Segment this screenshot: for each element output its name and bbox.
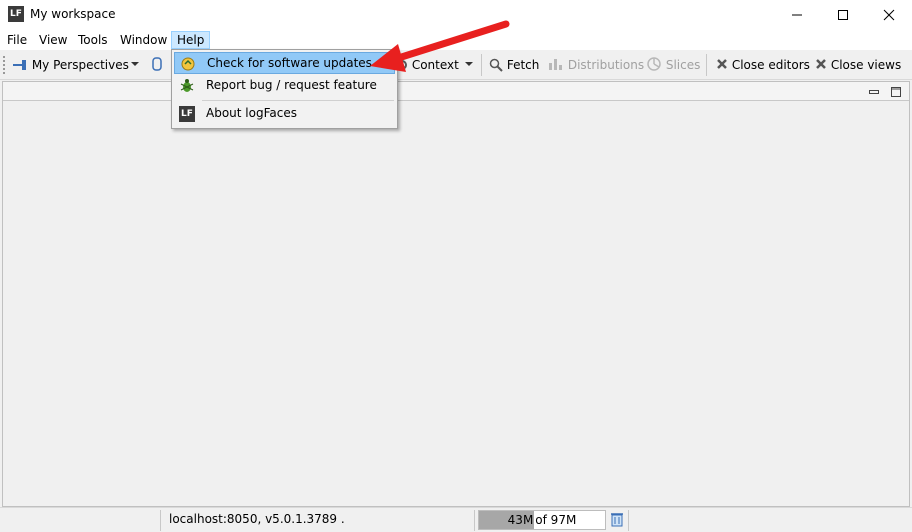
- menu-window[interactable]: Window: [118, 31, 169, 49]
- logfaces-logo-icon: LF: [8, 6, 24, 22]
- menu-item-about[interactable]: LF About logFaces: [174, 103, 395, 125]
- menu-item-label: About logFaces: [206, 106, 297, 120]
- close-editors-label: Close editors: [731, 58, 810, 72]
- perspective-pin-icon: [13, 60, 26, 70]
- status-bar: localhost:8050, v5.0.1.3789 . 43M of 97M: [0, 507, 912, 532]
- editor-header: [3, 82, 909, 101]
- database-button[interactable]: [152, 56, 162, 74]
- close-icon: [883, 9, 895, 21]
- status-separator: [160, 510, 161, 531]
- distributions-button[interactable]: Distributions: [548, 56, 644, 74]
- maximize-button[interactable]: [820, 0, 866, 30]
- memory-used: 43M: [507, 513, 534, 527]
- memory-text: 43M of 97M: [479, 511, 605, 529]
- update-icon: [181, 57, 195, 71]
- bug-icon: [180, 79, 194, 92]
- close-views-button[interactable]: Close views: [815, 56, 901, 74]
- status-separator: [474, 510, 475, 531]
- chevron-down-icon: [131, 62, 139, 66]
- maximize-icon: [838, 10, 848, 20]
- perspectives-dropdown[interactable]: [130, 56, 140, 74]
- menu-view[interactable]: View: [37, 31, 69, 49]
- perspectives-label: My Perspectives: [31, 58, 129, 72]
- pie-chart-icon: [647, 57, 661, 71]
- minimize-icon: [792, 14, 802, 16]
- close-icon: [816, 59, 826, 69]
- toolbar-grip[interactable]: [3, 56, 5, 74]
- slices-button[interactable]: Slices: [646, 56, 700, 74]
- menu-tools[interactable]: Tools: [76, 31, 110, 49]
- close-icon: [717, 59, 727, 69]
- annotation-arrow: [370, 20, 510, 72]
- minimize-panel-button[interactable]: [869, 86, 879, 96]
- menu-separator: [202, 100, 394, 101]
- trash-icon: [611, 513, 623, 527]
- minimize-button[interactable]: [774, 0, 820, 30]
- close-window-button[interactable]: [866, 0, 912, 30]
- menu-help[interactable]: Help: [171, 31, 211, 49]
- logfaces-logo-icon: LF: [179, 106, 195, 122]
- database-icon: [152, 57, 162, 71]
- menu-item-label: Check for software updates: [207, 56, 372, 70]
- server-info: localhost:8050, v5.0.1.3789 .: [169, 512, 345, 526]
- garbage-collect-button[interactable]: [610, 511, 624, 529]
- perspectives-button[interactable]: My Perspectives: [12, 56, 129, 74]
- close-views-label: Close views: [830, 58, 902, 72]
- menu-item-label: Report bug / request feature: [206, 78, 377, 92]
- menu-file[interactable]: File: [5, 31, 29, 49]
- bar-chart-icon: [549, 59, 562, 70]
- memory-total: of 97M: [535, 513, 577, 527]
- minimize-icon: [869, 90, 879, 94]
- toolbar-separator: [706, 54, 707, 76]
- maximize-icon: [891, 87, 901, 97]
- status-separator: [628, 510, 629, 531]
- close-editors-button[interactable]: Close editors: [716, 56, 810, 74]
- slices-label: Slices: [665, 58, 701, 72]
- memory-indicator: 43M of 97M: [478, 510, 606, 530]
- maximize-panel-button[interactable]: [891, 86, 901, 97]
- window-title: My workspace: [30, 7, 116, 21]
- distributions-label: Distributions: [567, 58, 645, 72]
- editor-area: [2, 81, 910, 507]
